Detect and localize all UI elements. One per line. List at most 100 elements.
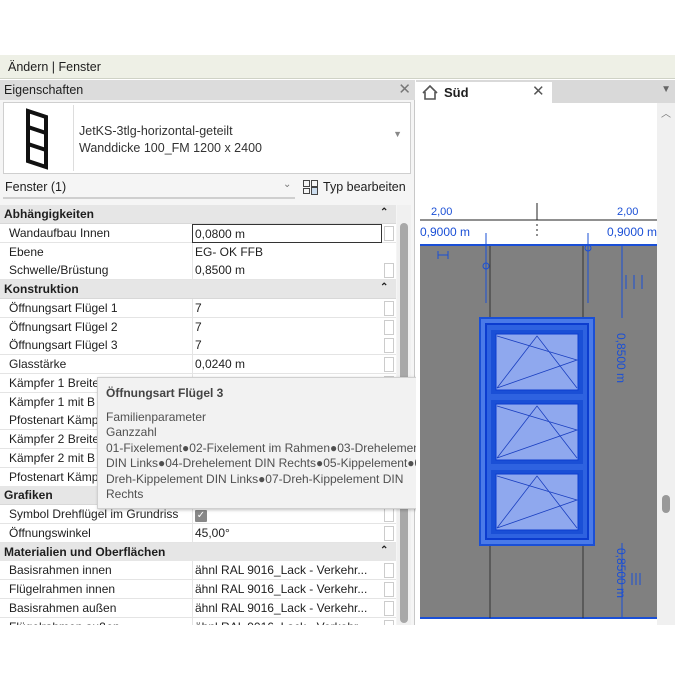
property-value[interactable]: 7 bbox=[192, 298, 382, 318]
property-value[interactable]: ähnl RAL 9016_Lack - Verkehr... bbox=[192, 598, 382, 618]
type-selector[interactable]: JetKS-3tlg-horizontal-geteilt Wanddicke … bbox=[3, 102, 411, 174]
type-name: Wanddicke 100_FM 1200 x 2400 bbox=[79, 141, 262, 155]
property-label: Wandaufbau Innen bbox=[9, 225, 110, 240]
property-label: Kämpfer 2 Breite bbox=[9, 432, 100, 446]
close-icon[interactable]: ✕ bbox=[398, 80, 411, 98]
property-label: Pfostenart Kämp bbox=[9, 469, 99, 484]
view-tab-bar: Süd ✕ ▼ bbox=[416, 80, 675, 103]
scroll-up-icon[interactable]: ︿ bbox=[661, 105, 671, 120]
tooltip-data-type: Ganzzahl bbox=[106, 425, 157, 439]
group-label: Grafiken bbox=[4, 488, 53, 503]
property-value[interactable]: ähnl RAL 9016_Lack - Verkehr... bbox=[192, 617, 382, 625]
property-row[interactable]: Flügelrahmen außen ähnl RAL 9016_Lack - V… bbox=[0, 617, 396, 625]
property-value[interactable]: ähnl RAL 9016_Lack - Verkehr... bbox=[192, 580, 382, 599]
elevation-drawing[interactable]: 2,00 2,00 0,9000 m 0,9000 m 0,8500 m 0,8… bbox=[416, 103, 657, 625]
tab-label: Süd bbox=[444, 85, 469, 100]
collapse-icon[interactable]: ⌃ bbox=[380, 207, 388, 218]
property-row[interactable]: Flügelrahmen innen ähnl RAL 9016_Lack - V… bbox=[0, 580, 396, 599]
property-row[interactable]: Öffnungswinkel 45,00° bbox=[0, 523, 396, 543]
collapse-icon[interactable]: ⌃ bbox=[380, 545, 388, 556]
associate-parameter-button[interactable] bbox=[384, 225, 394, 241]
property-row[interactable]: Basisrahmen außen ähnl RAL 9016_Lack - Ve… bbox=[0, 598, 396, 618]
property-value[interactable]: 0,0800 m bbox=[192, 223, 382, 243]
associate-parameter-button[interactable] bbox=[384, 300, 394, 316]
collapse-icon[interactable]: ⌃ bbox=[380, 282, 388, 293]
tab-menu-icon[interactable]: ▼ bbox=[661, 84, 671, 95]
window-thumbnail bbox=[6, 105, 74, 171]
property-value[interactable]: 0,0240 m bbox=[192, 355, 382, 374]
tooltip-description: 01-Fixelement●02-Fixelement im Rahmen●03… bbox=[106, 440, 432, 502]
properties-title: Eigenschaften bbox=[4, 83, 84, 97]
dim-bottom[interactable]: 0,8500 m bbox=[614, 548, 628, 598]
group-label: Abhängigkeiten bbox=[4, 207, 95, 221]
property-value[interactable]: 7 bbox=[192, 336, 382, 356]
parameter-tooltip: Öffnungsart Flügel 3 Familienparameter G… bbox=[97, 377, 445, 509]
property-label: Öffnungswinkel bbox=[9, 525, 91, 540]
property-label: Öffnungsart Flügel 3 bbox=[9, 338, 118, 353]
property-row[interactable]: Öffnungsart Flügel 3 7 bbox=[0, 336, 396, 356]
level-right: 2,00 bbox=[617, 206, 638, 218]
property-label: Kämpfer 1 mit B bbox=[9, 394, 96, 409]
property-label: Öffnungsart Flügel 1 bbox=[9, 300, 118, 315]
property-row[interactable]: Öffnungsart Flügel 1 7 bbox=[0, 298, 396, 318]
property-group-header[interactable]: Konstruktion ⌃ bbox=[0, 280, 396, 299]
dim-right[interactable]: 0,9000 m bbox=[607, 225, 657, 239]
property-group-header[interactable]: Materialien und Oberflächen ⌃ bbox=[0, 542, 396, 562]
property-label: Pfostenart Kämp bbox=[9, 413, 99, 428]
window-element[interactable] bbox=[479, 317, 595, 546]
tooltip-parameter-kind: Familienparameter bbox=[106, 409, 207, 424]
property-row[interactable]: Wandaufbau Innen 0,0800 m bbox=[0, 223, 396, 243]
associate-parameter-button[interactable] bbox=[384, 507, 394, 522]
properties-header: Eigenschaften ✕ bbox=[0, 80, 415, 100]
sash-pane bbox=[491, 330, 583, 394]
edit-type-label: Typ bearbeiten bbox=[323, 180, 406, 194]
property-label: Kämpfer 2 mit B bbox=[9, 450, 96, 465]
associate-parameter-button[interactable] bbox=[384, 263, 394, 279]
dim-top[interactable]: 0,8500 m bbox=[614, 333, 628, 383]
property-value[interactable]: EG- OK FFB bbox=[192, 242, 382, 262]
ribbon-context-tab[interactable]: Ändern | Fenster bbox=[0, 55, 675, 79]
property-value[interactable]: 45,00° bbox=[192, 523, 382, 543]
property-row[interactable]: Ebene EG- OK FFB bbox=[0, 242, 396, 262]
property-label: Basisrahmen außen bbox=[9, 600, 117, 615]
elevation-view: Süd ✕ ▼ 2,00 2,00 0,9000 m 0,9000 m 0,85… bbox=[416, 80, 675, 625]
property-row[interactable]: Glasstärke 0,0240 m bbox=[0, 355, 396, 374]
property-label: Schwelle/Brüstung bbox=[9, 263, 109, 278]
property-value[interactable]: 7 bbox=[192, 317, 382, 337]
property-label: Basisrahmen innen bbox=[9, 563, 112, 578]
associate-parameter-button[interactable] bbox=[384, 319, 394, 335]
associate-parameter-button[interactable] bbox=[384, 600, 394, 616]
property-label: Glasstärke bbox=[9, 357, 67, 371]
associate-parameter-button[interactable] bbox=[384, 582, 394, 597]
property-row[interactable]: Schwelle/Brüstung 0,8500 m bbox=[0, 261, 396, 281]
associate-parameter-button[interactable] bbox=[384, 525, 394, 541]
chevron-down-icon[interactable]: ⌄ bbox=[283, 179, 291, 190]
property-label: Ebene bbox=[9, 244, 44, 259]
group-label: Konstruktion bbox=[4, 282, 79, 296]
associate-parameter-button[interactable] bbox=[384, 357, 394, 372]
view-scrollbar[interactable]: ︿ bbox=[657, 103, 675, 625]
edit-type-icon bbox=[303, 180, 318, 195]
checkbox[interactable]: ✓ bbox=[195, 510, 207, 522]
properties-palette: Eigenschaften ✕ JetKS-3tlg-horizontal-ge… bbox=[0, 80, 415, 625]
property-label: Öffnungsart Flügel 2 bbox=[9, 319, 118, 334]
property-value[interactable]: 0,8500 m bbox=[192, 261, 382, 281]
instance-filter[interactable]: Fenster (1) bbox=[3, 177, 295, 199]
associate-parameter-button[interactable] bbox=[384, 338, 394, 354]
property-label: Kämpfer 1 Breite bbox=[9, 375, 100, 390]
sash-pane bbox=[491, 400, 583, 464]
property-row[interactable]: Öffnungsart Flügel 2 7 bbox=[0, 317, 396, 337]
scrollbar-thumb[interactable] bbox=[662, 495, 670, 513]
property-label: Symbol Drehflügel im Grundriss bbox=[9, 507, 179, 521]
close-tab-icon[interactable]: ✕ bbox=[532, 82, 545, 100]
associate-parameter-button[interactable] bbox=[384, 563, 394, 579]
level-left: 2,00 bbox=[431, 206, 452, 218]
associate-parameter-button[interactable] bbox=[384, 619, 394, 625]
type-family: JetKS-3tlg-horizontal-geteilt bbox=[79, 124, 233, 138]
property-row[interactable]: Basisrahmen innen ähnl RAL 9016_Lack - Ve… bbox=[0, 561, 396, 581]
property-value[interactable]: ähnl RAL 9016_Lack - Verkehr... bbox=[192, 561, 382, 581]
edit-type-button[interactable]: Typ bearbeiten bbox=[302, 177, 406, 197]
property-group-header[interactable]: Abhängigkeiten ⌃ bbox=[0, 205, 396, 224]
dropdown-arrow-icon[interactable]: ▼ bbox=[393, 129, 402, 139]
dim-left[interactable]: 0,9000 m bbox=[420, 225, 470, 239]
